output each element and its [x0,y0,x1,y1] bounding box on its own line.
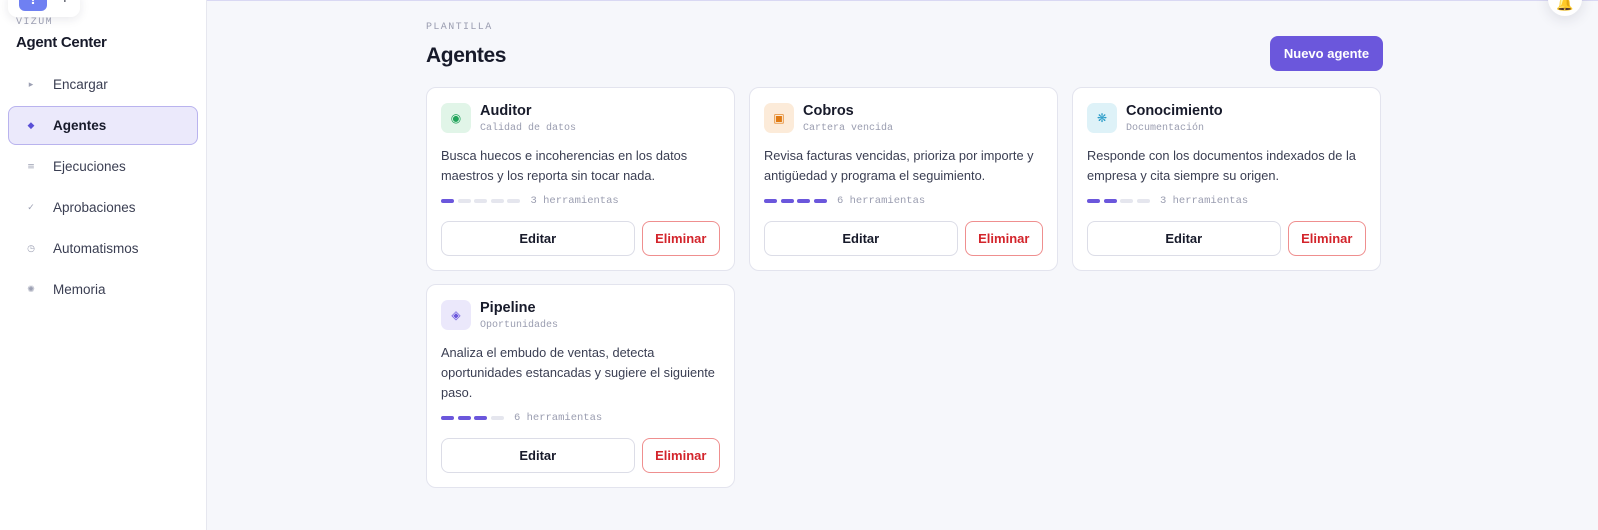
agent-card: ❋ Conocimiento Documentación Responde co… [1072,87,1381,271]
card-header: ◈ Pipeline Oportunidades [441,299,720,331]
knowledge-icon: ❋ [1087,103,1117,133]
agent-subtitle: Cartera vencida [803,122,894,134]
tools-meter: 3 herramientas [1087,195,1366,207]
agent-card: ◈ Pipeline Oportunidades Analiza el embu… [426,284,735,488]
agent-description: Busca huecos e incoherencias en los dato… [441,148,688,183]
tools-meter: 6 herramientas [441,412,720,424]
list-icon: ≡ [27,161,35,172]
edit-button[interactable]: Editar [1087,221,1281,256]
tools-segment [441,199,454,203]
edit-button[interactable]: Editar [441,221,635,256]
tools-segment [780,199,794,203]
tools-segment [457,199,471,203]
brand-title: Agent Center [16,34,107,51]
tools-count: 6 herramientas [837,195,926,207]
sidebar-item-label: Memoria [53,282,106,297]
tools-segment [474,416,487,420]
agent-card: ▣ Cobros Cartera vencida Revisa facturas… [749,87,1058,271]
tools-segment [457,416,471,420]
sidebar-nav: ▸ Encargar ◆ Agentes ≡ Ejecuciones ✓ Aprobacion… [8,65,198,311]
sidebar-item-ejecuciones[interactable]: ≡ Ejecuciones [8,147,198,186]
sidebar: ! + VIZUM Agent Center ▸ Encargar ◆ Agentes… [0,0,207,530]
tools-count: 3 herramientas [1160,195,1249,207]
tools-level-bar [764,199,830,203]
check-icon: ✓ [27,202,35,213]
tools-segment [1120,199,1133,203]
agent-description: Analiza el embudo de ventas, detecta opo… [441,345,715,400]
card-actions: Editar Eliminar [764,221,1043,256]
plus-icon[interactable]: + [59,0,71,6]
agents-grid: ◉ Auditor Calidad de datos Busca huecos … [426,87,1384,488]
funnel-icon: ◈ [441,300,471,330]
agent-name: Pipeline [480,299,536,316]
sidebar-item-label: Automatismos [53,241,139,256]
sidebar-item-memoria[interactable]: ✺ Memoria [8,270,198,309]
card-header: ▣ Cobros Cartera vencida [764,102,1043,134]
sidebar-item-automatismos[interactable]: ◷ Automatismos [8,229,198,268]
sidebar-item-aprobaciones[interactable]: ✓ Aprobaciones [8,188,198,227]
agent-subtitle: Oportunidades [480,319,559,331]
sidebar-item-label: Encargar [53,77,108,92]
card-actions: Editar Eliminar [441,438,720,473]
new-agent-button[interactable]: Nuevo agente [1270,36,1383,71]
top-divider [207,0,1598,1]
agent-card: ◉ Auditor Calidad de datos Busca huecos … [426,87,735,271]
agent-subtitle: Calidad de datos [480,122,577,134]
diamond-icon: ◆ [27,120,35,131]
tools-meter: 3 herramientas [441,195,720,207]
agent-name: Conocimiento [1126,102,1223,119]
sidebar-item-agentes[interactable]: ◆ Agentes [8,106,198,145]
tools-count: 3 herramientas [530,195,619,207]
agent-description: Responde con los documentos indexados de… [1087,148,1356,183]
alert-icon[interactable]: ! [19,0,47,11]
sidebar-item-label: Agentes [53,118,107,133]
target-icon: ◉ [441,103,471,133]
card-actions: Editar Eliminar [1087,221,1366,256]
tools-segment [490,199,504,203]
bell-icon[interactable]: 🔔 [1548,0,1582,16]
tools-segment [441,416,454,420]
tools-count: 6 herramientas [514,412,603,424]
tools-level-bar [1087,199,1153,203]
tools-segment [797,199,810,203]
agent-name: Cobros [803,102,854,119]
edit-button[interactable]: Editar [441,438,635,473]
agent-subtitle: Documentación [1126,122,1205,134]
tools-segment [1087,199,1100,203]
sidebar-item-label: Ejecuciones [53,159,126,174]
tools-level-bar [441,416,507,420]
play-icon: ▸ [28,79,34,90]
tools-segment [507,199,520,203]
tools-segment [764,199,777,203]
delete-button[interactable]: Eliminar [641,221,720,256]
agent-name: Auditor [480,102,532,119]
page-kicker: PLANTILLA [426,22,493,33]
tools-segment [490,416,504,420]
card-actions: Editar Eliminar [441,221,720,256]
invoice-icon: ▣ [764,103,794,133]
sidebar-item-label: Aprobaciones [53,200,136,215]
agent-description: Revisa facturas vencidas, prioriza por i… [764,148,1034,183]
tools-segment [1136,199,1150,203]
clock-icon: ◷ [27,243,35,254]
brand-kicker: VIZUM [16,17,54,28]
card-header: ◉ Auditor Calidad de datos [441,102,720,134]
delete-button[interactable]: Eliminar [964,221,1043,256]
delete-button[interactable]: Eliminar [641,438,720,473]
card-header: ❋ Conocimiento Documentación [1087,102,1366,134]
tools-meter: 6 herramientas [764,195,1043,207]
tools-segment [474,199,487,203]
page-title: Agentes [426,44,507,67]
tools-level-bar [441,199,524,203]
sparkle-icon: ✺ [27,284,35,295]
delete-button[interactable]: Eliminar [1287,221,1366,256]
tools-segment [813,199,827,203]
window-widget: ! + [8,0,80,17]
edit-button[interactable]: Editar [764,221,958,256]
tools-segment [1103,199,1117,203]
sidebar-item-encargar[interactable]: ▸ Encargar [8,65,198,104]
